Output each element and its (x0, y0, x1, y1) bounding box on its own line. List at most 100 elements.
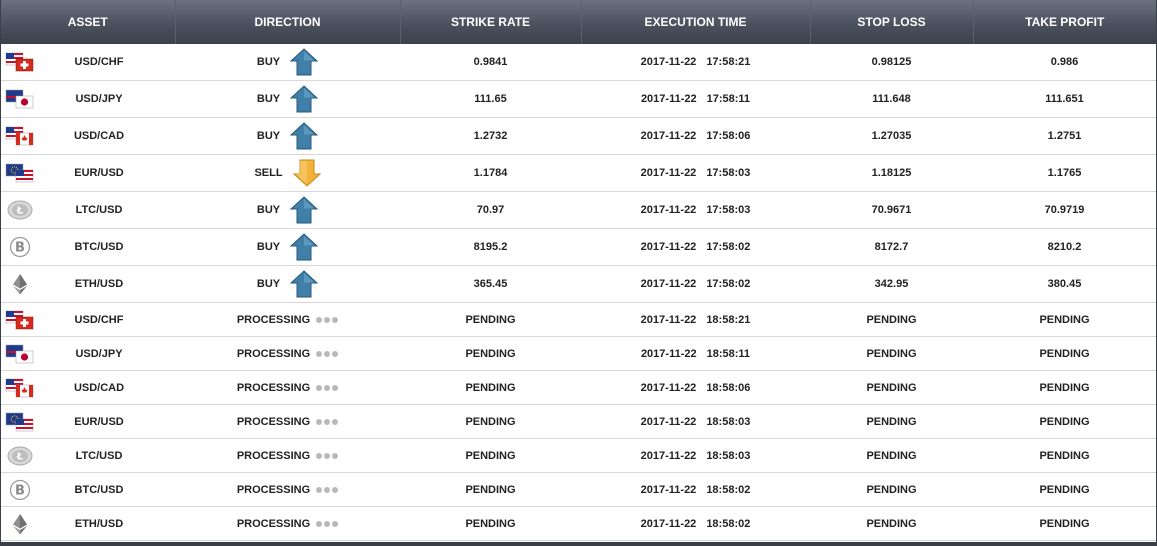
execution-date: 2017-11-22 (640, 278, 697, 290)
execution-date: 2017-11-22 (640, 204, 697, 216)
strike-rate-cell-value: PENDING (465, 483, 516, 496)
loading-dots-icon (316, 418, 339, 425)
table-row[interactable]: B BTC/USD BUY 8195.2 2017-11-22 17:58:02 8172.… (1, 228, 1156, 266)
take-profit-cell: 380.45 (973, 265, 1156, 303)
stop-loss-cell-value: PENDING (866, 415, 917, 428)
col-header-stop-loss[interactable]: STOP LOSS (810, 0, 974, 44)
strike-rate-cell-value: PENDING (465, 313, 516, 326)
take-profit-cell: 1.2751 (973, 117, 1156, 155)
col-header-asset[interactable]: ASSET (1, 0, 176, 44)
stop-loss-cell: PENDING (810, 506, 973, 541)
direction-label: BUY (256, 241, 281, 253)
execution-time-cell: 2017-11-22 17:58:21 (581, 44, 810, 81)
table-row[interactable]: Ł LTC/USD BUY 70.97 2017-11-22 17:58:03 70.967… (1, 191, 1156, 229)
direction-cell: BUY (175, 117, 400, 155)
direction-cell: PROCESSING (175, 370, 400, 405)
strike-rate-cell: 0.9841 (400, 44, 581, 81)
execution-time-cell: 2017-11-22 18:58:03 (581, 404, 810, 439)
litecoin-icon: Ł (5, 445, 35, 467)
loading-dots-icon (316, 316, 339, 323)
asset-name: ETH/USD (74, 517, 124, 530)
stop-loss-cell: PENDING (810, 438, 973, 473)
svg-text:Ł: Ł (16, 451, 24, 462)
strike-rate-cell-value: 1.2732 (473, 130, 508, 142)
strike-rate-cell: 111.65 (400, 80, 581, 118)
stop-loss-cell: 70.9671 (810, 191, 973, 229)
stop-loss-cell: 8172.7 (810, 228, 973, 266)
col-header-strike-rate[interactable]: STRIKE RATE (400, 0, 582, 44)
bitcoin-icon: B (5, 236, 35, 258)
strike-rate-cell-value: PENDING (465, 347, 516, 360)
execution-date: 2017-11-22 (640, 167, 697, 179)
execution-time-cell: 2017-11-22 17:58:02 (581, 228, 810, 266)
table-row[interactable]: EUR/USD PROCESSING PENDING 2017-11-22 18:58:… (1, 404, 1156, 439)
table-row[interactable]: ETH/USD PROCESSING PENDING 2017-11-22 18:58:… (1, 506, 1156, 541)
execution-clock: 18:58:11 (706, 347, 751, 360)
execution-clock: 17:58:02 (706, 278, 751, 290)
stop-loss-cell-value: 8172.7 (874, 241, 909, 253)
take-profit-cell: 70.9719 (973, 191, 1156, 229)
execution-date: 2017-11-22 (640, 517, 697, 530)
eur-usd-flag-icon (5, 411, 35, 433)
litecoin-icon: Ł (5, 199, 35, 221)
stop-loss-cell-value: 1.27035 (871, 130, 912, 142)
strike-rate-cell-value: 8195.2 (473, 241, 508, 253)
header-row: ASSET DIRECTION STRIKE RATE EXECUTION TI… (1, 0, 1156, 44)
asset-name: BTC/USD (74, 241, 124, 253)
direction-cell: PROCESSING (175, 404, 400, 439)
asset-cell: USD/CAD (1, 117, 175, 155)
execution-time-cell: 2017-11-22 17:58:03 (581, 191, 810, 229)
col-header-execution-time[interactable]: EXECUTION TIME (581, 0, 811, 44)
take-profit-cell: PENDING (973, 438, 1156, 473)
table-body: USD/CHF BUY 0.9841 2017-11-22 17:58:21 0.9812… (1, 44, 1156, 541)
arrow-up-icon (289, 270, 319, 298)
strike-rate-cell: 70.97 (400, 191, 581, 229)
table-row[interactable]: USD/CAD PROCESSING PENDING 2017-11-22 18:58:… (1, 370, 1156, 405)
stop-loss-cell-value: 1.18125 (871, 167, 912, 179)
bitcoin-icon: B (5, 479, 35, 501)
execution-clock: 17:58:21 (706, 56, 751, 68)
asset-cell: B BTC/USD (1, 472, 175, 507)
arrow-up-icon (289, 196, 319, 224)
strike-rate-cell-value: PENDING (465, 517, 516, 530)
loading-dots-icon (316, 486, 339, 493)
execution-clock: 18:58:21 (706, 313, 751, 326)
table-row[interactable]: Ł LTC/USD PROCESSING PENDING 2017-11-22 18:58… (1, 438, 1156, 473)
take-profit-cell: PENDING (973, 370, 1156, 405)
ethereum-icon (5, 513, 35, 535)
strike-rate-cell: PENDING (400, 302, 581, 337)
take-profit-cell-value: 1.2751 (1047, 130, 1082, 142)
usd-jpy-flag-icon (5, 343, 35, 365)
execution-time-cell: 2017-11-22 18:58:03 (581, 438, 810, 473)
stop-loss-cell: 0.98125 (810, 44, 973, 81)
table-row[interactable]: USD/JPY PROCESSING PENDING 2017-11-22 18:58:… (1, 336, 1156, 371)
execution-clock: 18:58:02 (706, 517, 751, 530)
asset-name: LTC/USD (75, 204, 123, 216)
direction-cell: BUY (175, 265, 400, 303)
strike-rate-cell: PENDING (400, 506, 581, 541)
arrow-up-icon (289, 85, 319, 113)
col-header-take-profit[interactable]: TAKE PROFIT (973, 0, 1156, 44)
execution-time-cell: 2017-11-22 18:58:06 (581, 370, 810, 405)
asset-cell: USD/CHF (1, 44, 175, 81)
take-profit-cell: 0.986 (973, 44, 1156, 81)
svg-text:Ł: Ł (16, 206, 24, 217)
table-row[interactable]: USD/JPY BUY 111.65 2017-11-22 17:58:11 111.64… (1, 80, 1156, 118)
table-row[interactable]: USD/CHF BUY 0.9841 2017-11-22 17:58:21 0.9812… (1, 44, 1156, 81)
execution-time-cell: 2017-11-22 17:58:06 (581, 117, 810, 155)
execution-date: 2017-11-22 (640, 130, 697, 142)
asset-name: ETH/USD (74, 278, 124, 290)
asset-name: USD/CHF (74, 313, 124, 326)
stop-loss-cell-value: 70.9671 (871, 204, 912, 216)
stop-loss-cell-value: 111.648 (872, 93, 911, 105)
execution-time-cell: 2017-11-22 18:58:21 (581, 302, 810, 337)
table-row[interactable]: ETH/USD BUY 365.45 2017-11-22 17:58:02 342.95… (1, 265, 1156, 303)
asset-cell: EUR/USD (1, 154, 175, 192)
table-row[interactable]: USD/CAD BUY 1.2732 2017-11-22 17:58:06 1.2703… (1, 117, 1156, 155)
table-row[interactable]: EUR/USD SELL 1.1784 2017-11-22 17:58:03 1.181… (1, 154, 1156, 192)
col-header-direction[interactable]: DIRECTION (175, 0, 401, 44)
stop-loss-cell-value: PENDING (866, 449, 917, 462)
asset-name: USD/CHF (74, 56, 124, 68)
table-row[interactable]: B BTC/USD PROCESSING PENDING 2017-11-22 18:58… (1, 472, 1156, 507)
table-row[interactable]: USD/CHF PROCESSING PENDING 2017-11-22 18:58:… (1, 302, 1156, 337)
